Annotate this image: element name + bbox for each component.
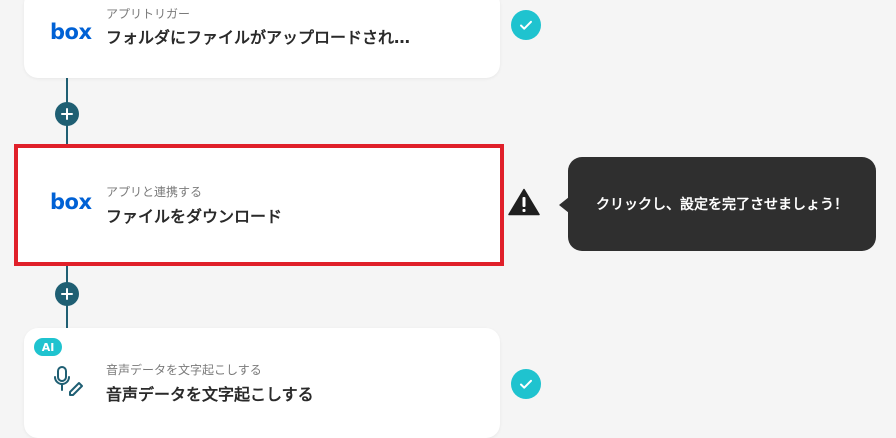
completed-check-icon (511, 369, 541, 399)
step-title: フォルダにファイルがアップロードされ… (106, 28, 411, 47)
plus-icon (61, 288, 73, 300)
ai-badge: AI (34, 338, 62, 356)
setup-hint-tooltip: クリックし、設定を完了させましょう！ (559, 157, 876, 251)
add-step-button[interactable] (55, 282, 79, 306)
step-subtitle: アプリと連携する (106, 185, 203, 199)
tooltip-text: クリックし、設定を完了させましょう！ (596, 197, 848, 213)
step-subtitle: 音声データを文字起こしする (106, 363, 262, 377)
completed-check-icon (511, 10, 541, 40)
warning-icon (508, 188, 540, 216)
step-subtitle: アプリトリガー (106, 7, 191, 21)
add-step-button[interactable] (55, 102, 79, 126)
step-title: ファイルをダウンロード (106, 207, 283, 226)
step-title: 音声データを文字起こしする (106, 385, 314, 404)
flow-step-card-trigger[interactable]: box アプリトリガー フォルダにファイルがアップロードされ… (24, 0, 500, 78)
microphone-pen-icon (54, 366, 83, 396)
box-logo-icon: box (50, 20, 92, 44)
flow-step-card-download[interactable]: box アプリと連携する ファイルをダウンロード (14, 144, 504, 266)
plus-icon (61, 108, 73, 120)
box-logo-icon: box (50, 190, 92, 214)
flow-step-card-transcribe[interactable]: 音声データを文字起こしする 音声データを文字起こしする (24, 328, 500, 438)
